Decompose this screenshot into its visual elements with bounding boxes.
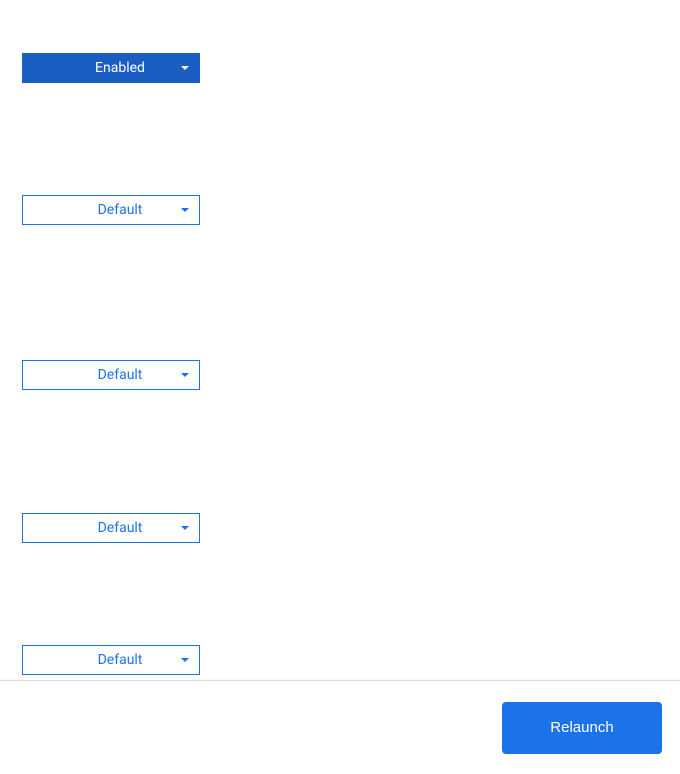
flag-dropdown-1[interactable]: Enabled <box>22 53 200 83</box>
footer-bar: Relaunch <box>0 680 680 774</box>
chevron-down-icon <box>181 373 189 377</box>
flag-dropdown-5[interactable]: Default <box>22 645 200 675</box>
flag-dropdown-3-label: Default <box>23 367 199 383</box>
flag-dropdown-4[interactable]: Default <box>22 513 200 543</box>
flag-dropdown-4-label: Default <box>23 520 199 536</box>
flag-dropdown-5-label: Default <box>23 652 199 668</box>
chevron-down-icon <box>181 658 189 662</box>
chevron-down-icon <box>181 208 189 212</box>
relaunch-button-label: Relaunch <box>550 719 613 736</box>
flag-dropdown-1-label: Enabled <box>23 60 199 76</box>
flag-dropdown-3[interactable]: Default <box>22 360 200 390</box>
chevron-down-icon <box>181 66 189 70</box>
chevron-down-icon <box>181 526 189 530</box>
flag-dropdown-2[interactable]: Default <box>22 195 200 225</box>
relaunch-button[interactable]: Relaunch <box>502 702 662 754</box>
flag-dropdown-2-label: Default <box>23 202 199 218</box>
flags-content: Enabled Default Default Default Default <box>0 0 680 680</box>
